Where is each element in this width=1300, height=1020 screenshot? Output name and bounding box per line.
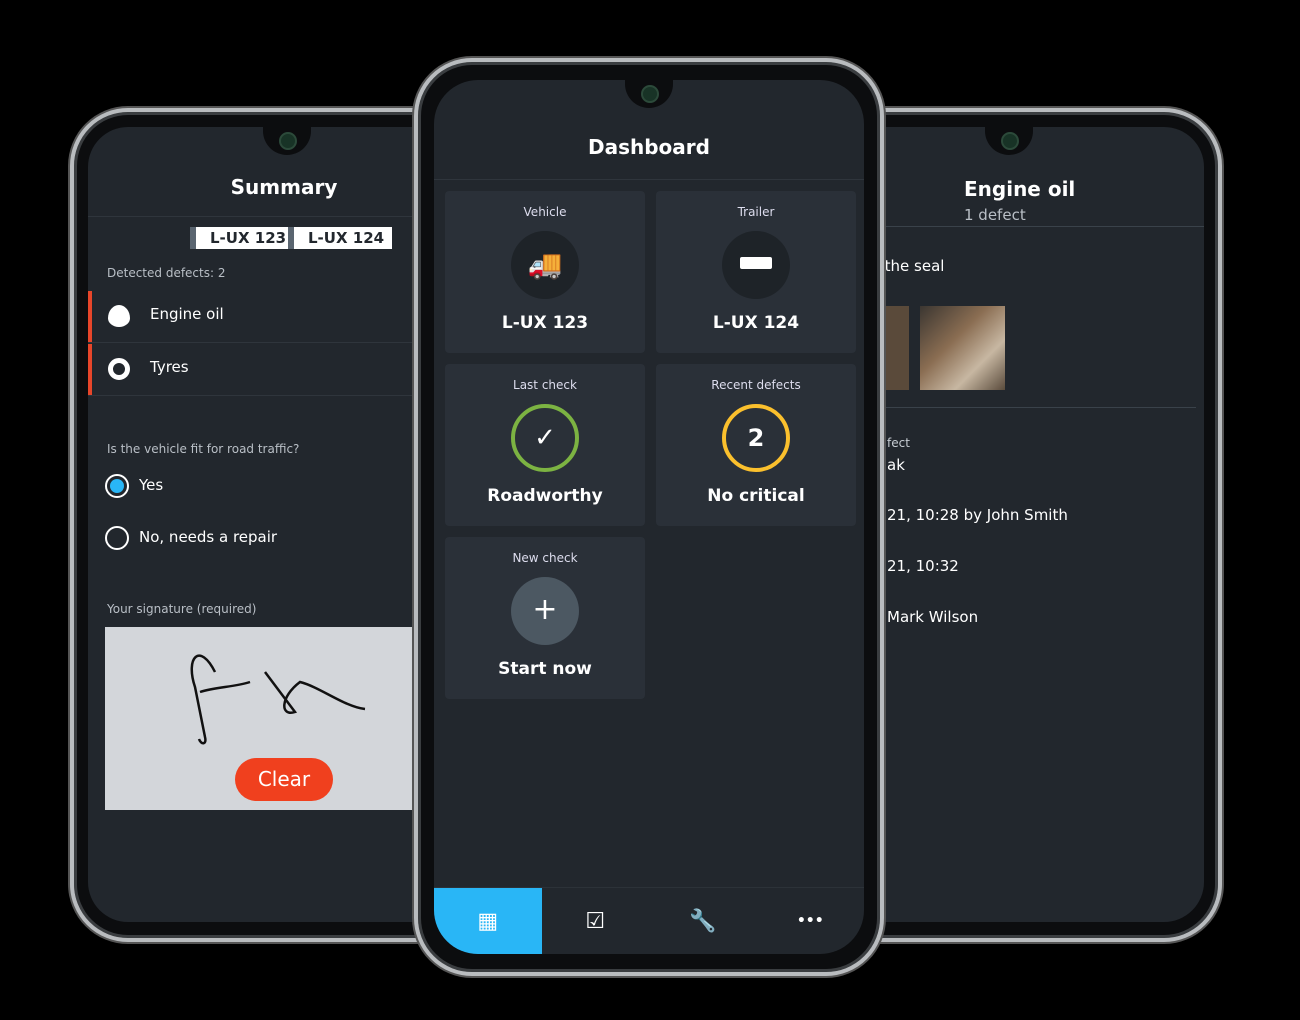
reported-by: 21, 10:28 by John Smith bbox=[887, 506, 1068, 524]
dashboard-screen: Dashboard Vehicle 🚚 L-UX 123 Trailer L-U… bbox=[434, 80, 864, 954]
truck-icon: 🚚 bbox=[511, 231, 579, 299]
card-label: Recent defects bbox=[711, 378, 801, 392]
camera-notch bbox=[985, 127, 1033, 155]
road-question: Is the vehicle fit for road traffic? bbox=[107, 442, 300, 456]
card-label: Last check bbox=[513, 378, 577, 392]
radio-yes[interactable] bbox=[105, 474, 129, 498]
nav-wrench-icon[interactable]: 🔧 bbox=[649, 888, 757, 954]
recent-defects-card[interactable]: Recent defects 2 No critical bbox=[656, 364, 856, 526]
defect-photo[interactable] bbox=[920, 306, 1005, 390]
field-label: fect bbox=[887, 436, 910, 450]
oil-drop-icon bbox=[108, 305, 130, 327]
defect-count: 2 bbox=[722, 404, 790, 472]
detail-title: Engine oil bbox=[964, 177, 1076, 201]
card-value: L-UX 124 bbox=[712, 313, 800, 333]
phone-dashboard: Dashboard Vehicle 🚚 L-UX 123 Trailer L-U… bbox=[414, 58, 884, 976]
bottom-nav: ▦ ☑ 🔧 ••• bbox=[434, 887, 864, 954]
assignee: Mark Wilson bbox=[887, 608, 979, 626]
radio-no[interactable] bbox=[105, 526, 129, 550]
plus-icon: + bbox=[511, 577, 579, 645]
defect-description: t the seal bbox=[874, 257, 945, 275]
new-check-card[interactable]: New check + Start now bbox=[445, 537, 645, 699]
nav-checklist-icon[interactable]: ☑ bbox=[542, 888, 650, 954]
detected-defects: Detected defects: 2 bbox=[107, 266, 226, 280]
camera-notch bbox=[625, 80, 673, 108]
card-label: Trailer bbox=[737, 205, 775, 219]
clear-button[interactable]: Clear bbox=[235, 758, 333, 801]
nav-more-icon[interactable]: ••• bbox=[757, 888, 865, 954]
last-check-card[interactable]: Last check ✓ Roadworthy bbox=[445, 364, 645, 526]
field-value: ak bbox=[887, 456, 905, 474]
signature-label: Your signature (required) bbox=[107, 602, 257, 616]
camera-notch bbox=[263, 127, 311, 155]
card-value: No critical bbox=[707, 486, 805, 506]
card-value: L-UX 123 bbox=[501, 313, 589, 333]
tyre-icon bbox=[108, 358, 130, 380]
trailer-icon bbox=[722, 231, 790, 299]
vehicle-card[interactable]: Vehicle 🚚 L-UX 123 bbox=[445, 191, 645, 353]
vehicle-plate: L-UX 123 bbox=[190, 227, 295, 249]
card-value: Roadworthy bbox=[487, 486, 603, 506]
check-icon: ✓ bbox=[511, 404, 579, 472]
timestamp: 21, 10:32 bbox=[887, 557, 959, 575]
detail-subtitle: 1 defect bbox=[964, 206, 1026, 224]
radio-no-label: No, needs a repair bbox=[139, 528, 278, 546]
radio-yes-label: Yes bbox=[139, 476, 164, 494]
trailer-plate: L-UX 124 bbox=[288, 227, 393, 249]
card-label: New check bbox=[512, 551, 578, 565]
signature-drawing bbox=[190, 654, 366, 745]
card-value: Start now bbox=[498, 659, 592, 679]
nav-dashboard-grid-icon[interactable]: ▦ bbox=[434, 888, 542, 954]
card-label: Vehicle bbox=[523, 205, 567, 219]
trailer-card[interactable]: Trailer L-UX 124 bbox=[656, 191, 856, 353]
page-title: Dashboard bbox=[588, 135, 710, 159]
